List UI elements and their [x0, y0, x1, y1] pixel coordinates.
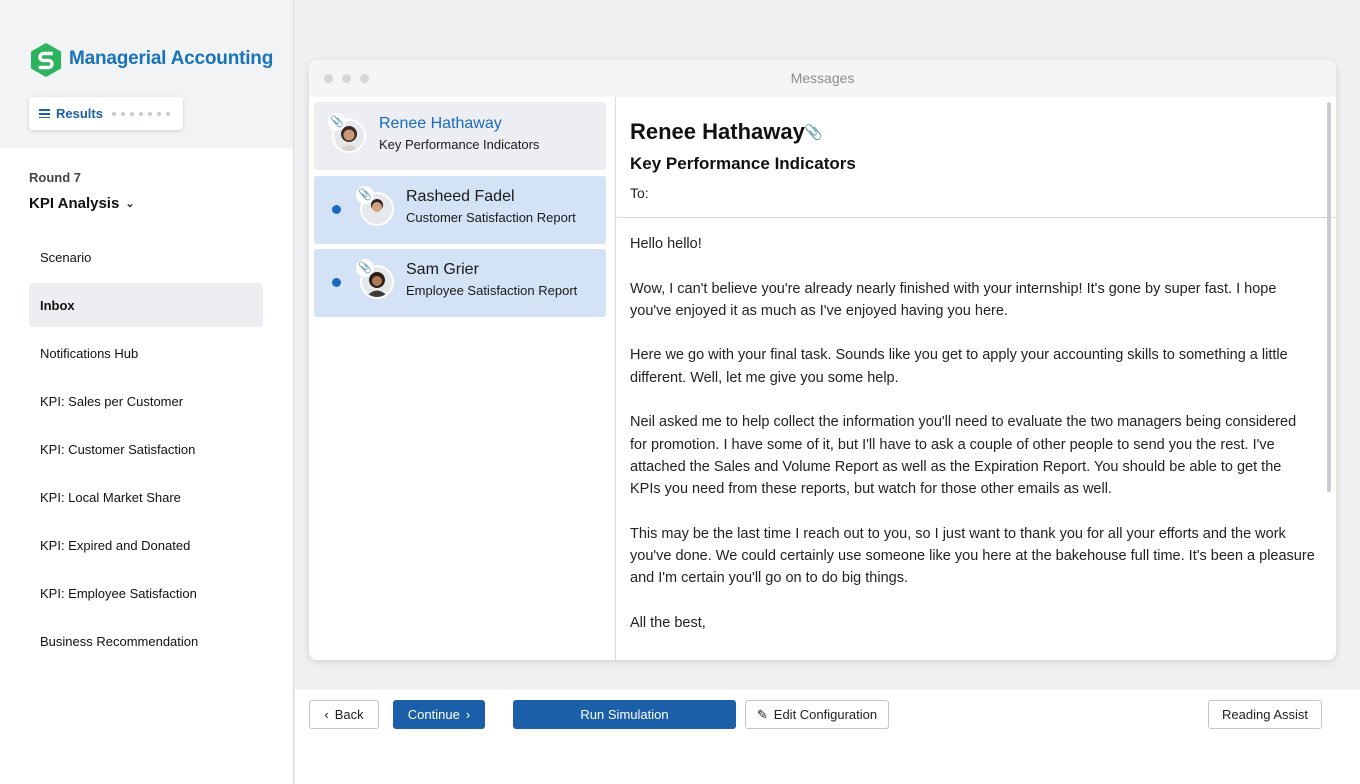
sidebar-item-kpi-sales-per-customer[interactable]: KPI: Sales per Customer	[29, 379, 263, 423]
menu-icon	[39, 109, 50, 118]
message-subject: Key Performance Indicators	[379, 137, 540, 152]
message-body: Hello hello! Wow, I can't believe you're…	[630, 233, 1315, 657]
scrollbar[interactable]	[1327, 102, 1331, 492]
paperclip-icon: 📎	[328, 113, 346, 131]
paperclip-icon: 📎	[356, 259, 374, 277]
message-item[interactable]: 📎 Sam Grier Employee Satisfaction Report	[314, 249, 606, 317]
run-simulation-button[interactable]: Run Simulation	[513, 700, 736, 729]
edit-configuration-label: Edit Configuration	[773, 707, 878, 722]
sidebar-item-notifications-hub[interactable]: Notifications Hub	[29, 331, 263, 375]
message-paragraph: All the best,	[630, 615, 706, 632]
round-label: Round 7	[29, 170, 81, 185]
message-sender: Renee Hathaway	[379, 115, 502, 132]
sidebar-nav: Scenario Inbox Notifications Hub KPI: Sa…	[29, 235, 263, 667]
chevron-left-icon: ‹	[324, 707, 329, 722]
window-titlebar: Messages	[309, 60, 1336, 97]
message-subject-heading: Key Performance Indicators	[630, 154, 856, 173]
continue-button[interactable]: Continue ›	[393, 700, 485, 729]
message-item[interactable]: 📎 Rasheed Fadel Customer Satisfaction Re…	[314, 176, 606, 244]
app-title: Managerial Accounting	[69, 48, 274, 69]
message-to-label: To:	[630, 185, 649, 201]
messages-window: Messages 📎 Renee Hathaway Key Performanc…	[309, 60, 1336, 660]
continue-label: Continue	[407, 707, 460, 722]
message-reader: Renee Hathaway 📎 Key Performance Indicat…	[617, 97, 1336, 660]
unread-indicator	[332, 205, 341, 214]
sidebar-item-kpi-customer-satisfaction[interactable]: KPI: Customer Satisfaction	[29, 427, 263, 471]
run-simulation-label: Run Simulation	[580, 707, 669, 722]
window-title: Messages	[790, 70, 855, 86]
pencil-icon: ✎	[756, 706, 768, 722]
message-paragraph: This may be the last time I reach out to…	[630, 525, 1315, 587]
message-header: Renee Hathaway 📎 Key Performance Indicat…	[617, 97, 1336, 218]
message-paragraph: Here we go with your final task. Sounds …	[630, 347, 1288, 386]
message-subject: Employee Satisfaction Report	[406, 283, 578, 298]
sidebar: Managerial Accounting Results Round 7 KP…	[0, 0, 294, 784]
sidebar-item-inbox[interactable]: Inbox	[29, 283, 263, 327]
unread-indicator	[332, 278, 341, 287]
edit-configuration-button[interactable]: ✎ Edit Configuration	[745, 700, 889, 729]
reading-assist-button[interactable]: Reading Assist	[1208, 700, 1322, 729]
back-label: Back	[334, 707, 364, 722]
message-paragraph: Wow, I can't believe you're already near…	[630, 280, 1277, 319]
message-paragraph: Hello hello!	[630, 236, 702, 252]
sidebar-header: Managerial Accounting Results	[0, 0, 293, 148]
paperclip-icon[interactable]: 📎	[804, 123, 823, 141]
sidebar-item-business-recommendation[interactable]: Business Recommendation	[29, 619, 263, 663]
sidebar-item-kpi-employee-satisfaction[interactable]: KPI: Employee Satisfaction	[29, 571, 263, 615]
bottom-toolbar: ‹ Back Continue › Run Simulation ✎ Edit …	[295, 690, 1360, 784]
progress-dots	[111, 111, 170, 116]
message-subject: Customer Satisfaction Report	[406, 210, 576, 225]
sidebar-item-scenario[interactable]: Scenario	[29, 235, 263, 279]
paperclip-icon: 📎	[356, 186, 374, 204]
message-sender: Sam Grier	[406, 261, 479, 278]
back-button[interactable]: ‹ Back	[309, 700, 379, 729]
results-label: Results	[56, 106, 103, 121]
message-list: 📎 Renee Hathaway Key Performance Indicat…	[309, 97, 616, 660]
message-item[interactable]: 📎 Renee Hathaway Key Performance Indicat…	[314, 102, 606, 170]
section-dropdown[interactable]: KPI Analysis ⌄	[29, 195, 135, 212]
section-title: KPI Analysis	[29, 195, 120, 212]
chevron-down-icon: ⌄	[125, 198, 135, 210]
sidebar-item-kpi-local-market-share[interactable]: KPI: Local Market Share	[29, 475, 263, 519]
chevron-right-icon: ›	[465, 707, 471, 722]
message-paragraph: Neil asked me to help collect the inform…	[630, 414, 1297, 498]
message-from: Renee Hathaway	[630, 119, 805, 144]
reading-assist-label: Reading Assist	[1222, 707, 1308, 722]
results-button[interactable]: Results	[29, 97, 183, 130]
sidebar-item-kpi-expired-and-donated[interactable]: KPI: Expired and Donated	[29, 523, 263, 567]
app-logo-icon	[31, 43, 61, 77]
message-sender: Rasheed Fadel	[406, 188, 515, 205]
